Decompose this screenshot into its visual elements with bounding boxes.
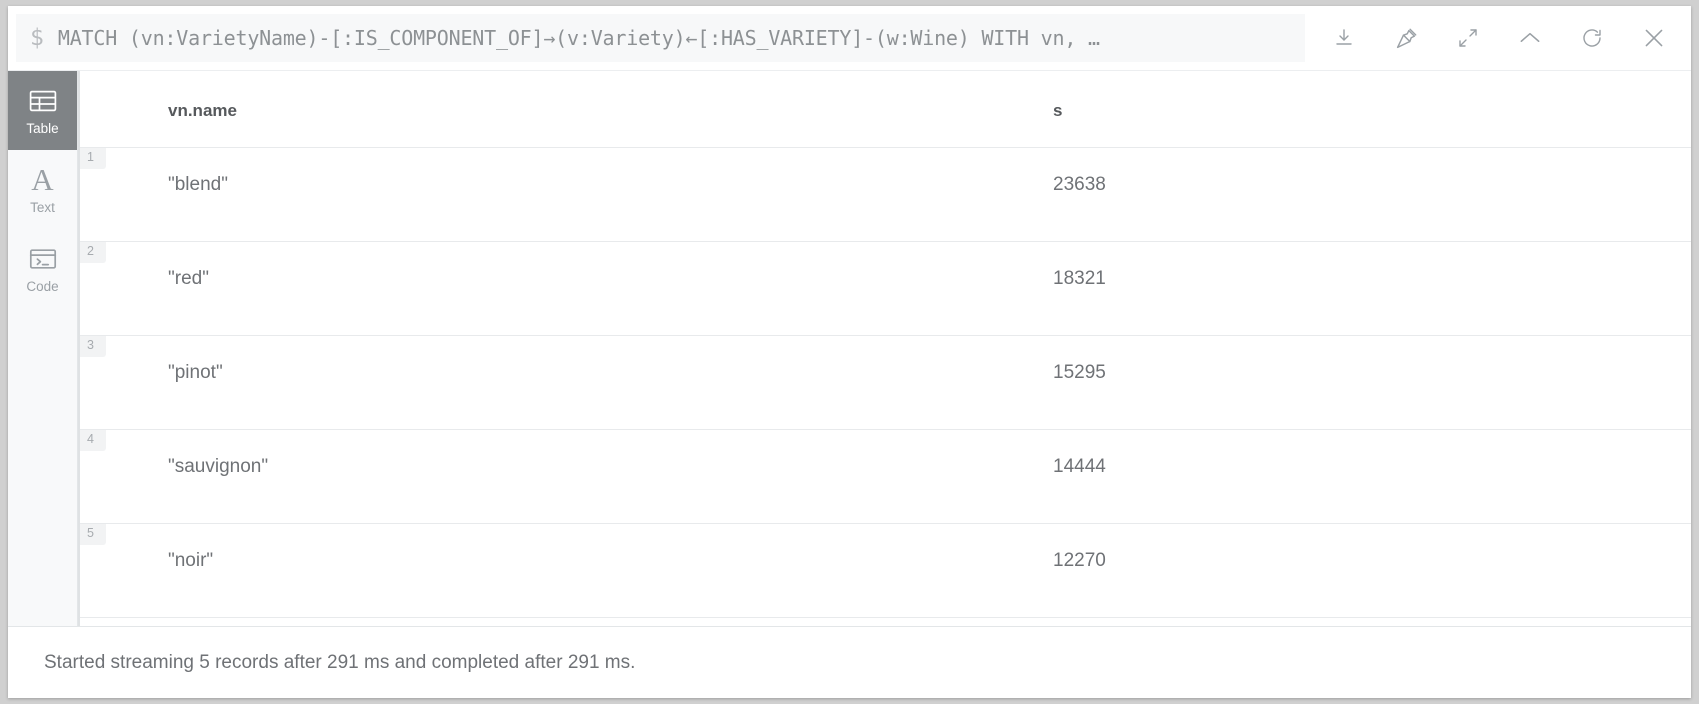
text-icon: A bbox=[31, 161, 54, 197]
row-number-badge: 4 bbox=[80, 430, 106, 451]
status-bar: Started streaming 5 records after 291 ms… bbox=[8, 626, 1691, 698]
sidebar-item-code[interactable]: Code bbox=[8, 229, 77, 308]
sidebar-item-table-label: Table bbox=[26, 120, 59, 136]
refresh-icon[interactable] bbox=[1561, 10, 1623, 66]
table-row[interactable]: 3 "pinot" 15295 bbox=[78, 335, 1691, 430]
expand-icon[interactable] bbox=[1437, 10, 1499, 66]
prompt-dollar-icon: $ bbox=[30, 25, 44, 51]
pin-icon[interactable] bbox=[1375, 10, 1437, 66]
row-number-badge: 3 bbox=[80, 336, 106, 357]
cell-vn-name: "noir" bbox=[168, 523, 1053, 618]
column-header-vn-name[interactable]: vn.name bbox=[168, 71, 1053, 148]
sidebar-item-table[interactable]: Table bbox=[8, 71, 77, 150]
query-result-card: $ MATCH (vn:VarietyName)-[:IS_COMPONENT_… bbox=[8, 6, 1691, 698]
cell-s: 18321 bbox=[1053, 241, 1691, 336]
table-header: vn.name s bbox=[78, 71, 1691, 148]
table-row[interactable]: 1 "blend" 23638 bbox=[78, 147, 1691, 242]
column-header-s[interactable]: s bbox=[1053, 71, 1691, 148]
query-text: MATCH (vn:VarietyName)-[:IS_COMPONENT_OF… bbox=[57, 26, 1100, 50]
row-number-badge: 5 bbox=[80, 524, 106, 545]
table-icon bbox=[29, 86, 57, 116]
row-number-badge: 2 bbox=[80, 242, 106, 263]
cell-s: 23638 bbox=[1053, 147, 1691, 242]
results-panel: vn.name s 1 "blend" 23638 2 "red" 18321 … bbox=[78, 71, 1691, 626]
cell-vn-name: "blend" bbox=[168, 147, 1053, 242]
sidebar-item-code-label: Code bbox=[26, 278, 59, 294]
table-header-row: vn.name s bbox=[78, 71, 1691, 148]
collapse-chevron-up-icon[interactable] bbox=[1499, 10, 1561, 66]
column-header-rownum bbox=[78, 71, 168, 148]
cell-vn-name: "sauvignon" bbox=[168, 429, 1053, 524]
cell-vn-name: "pinot" bbox=[168, 335, 1053, 430]
close-icon[interactable] bbox=[1623, 10, 1685, 66]
cell-s: 12270 bbox=[1053, 523, 1691, 618]
download-icon[interactable] bbox=[1313, 10, 1375, 66]
row-number-cell: 3 bbox=[78, 335, 168, 430]
table-row[interactable]: 2 "red" 18321 bbox=[78, 241, 1691, 336]
query-toolbar bbox=[1313, 10, 1685, 66]
sidebar-item-text-label: Text bbox=[30, 199, 55, 215]
cell-s: 14444 bbox=[1053, 429, 1691, 524]
results-table: vn.name s 1 "blend" 23638 2 "red" 18321 … bbox=[78, 71, 1691, 618]
status-message: Started streaming 5 records after 291 ms… bbox=[44, 651, 636, 673]
table-row[interactable]: 4 "sauvignon" 14444 bbox=[78, 429, 1691, 524]
row-number-cell: 1 bbox=[78, 147, 168, 242]
query-input[interactable]: $ MATCH (vn:VarietyName)-[:IS_COMPONENT_… bbox=[16, 14, 1305, 62]
table-body: 1 "blend" 23638 2 "red" 18321 3 "pinot" … bbox=[78, 147, 1691, 618]
code-icon bbox=[29, 244, 57, 274]
cell-s: 15295 bbox=[1053, 335, 1691, 430]
row-number-cell: 5 bbox=[78, 523, 168, 618]
results-table-scroll[interactable]: vn.name s 1 "blend" 23638 2 "red" 18321 … bbox=[78, 71, 1691, 626]
table-row[interactable]: 5 "noir" 12270 bbox=[78, 523, 1691, 618]
query-bar: $ MATCH (vn:VarietyName)-[:IS_COMPONENT_… bbox=[8, 6, 1691, 70]
row-number-cell: 2 bbox=[78, 241, 168, 336]
row-number-cell: 4 bbox=[78, 429, 168, 524]
view-mode-sidebar: Table A Text Code bbox=[8, 71, 78, 626]
row-number-badge: 1 bbox=[80, 148, 106, 169]
sidebar-item-text[interactable]: A Text bbox=[8, 150, 77, 229]
result-body: Table A Text Code vn.name s 1 "blend" 23… bbox=[8, 70, 1691, 626]
cell-vn-name: "red" bbox=[168, 241, 1053, 336]
